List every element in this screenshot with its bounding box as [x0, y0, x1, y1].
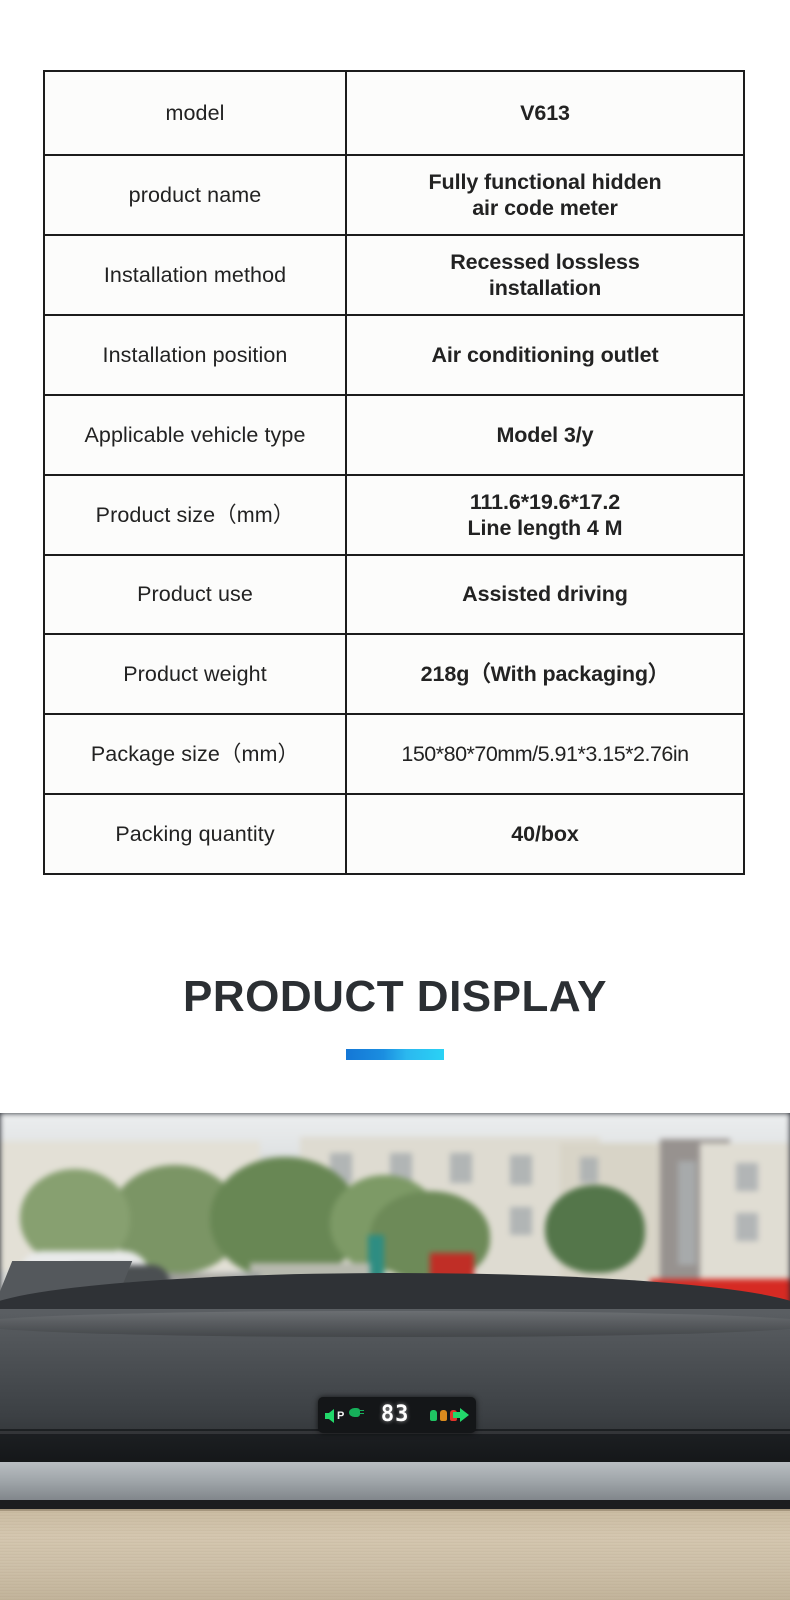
wood-grain-trim	[0, 1509, 790, 1600]
spec-value-product-size: 111.6*19.6*17.2 Line length 4 M	[345, 474, 745, 556]
spec-value-line: 111.6*19.6*17.2	[469, 489, 621, 514]
spec-value-line: Recessed lossless	[450, 249, 640, 274]
spec-label-product-name: product name	[43, 154, 347, 236]
spec-value-product-weight: 218g（With packaging）	[345, 633, 745, 715]
specification-table-body: model V613 product name Fully functional…	[43, 70, 745, 875]
window	[580, 1157, 598, 1183]
spec-value-line: Fully functional hidden	[428, 169, 662, 194]
headlight-icon	[349, 1407, 365, 1417]
spec-value-line: Line length 4 M	[467, 516, 623, 540]
spec-value-model: V613	[345, 70, 745, 156]
accent-underline	[346, 1049, 444, 1060]
table-row: Applicable vehicle type Model 3/y	[43, 394, 745, 476]
spec-label-packing-quantity: Packing quantity	[43, 793, 347, 875]
tree	[545, 1185, 645, 1273]
table-row: Installation position Air conditioning o…	[43, 314, 745, 396]
page-title: PRODUCT DISPLAY	[183, 972, 607, 1021]
window	[510, 1155, 532, 1185]
table-row: Installation method Recessed lossless in…	[43, 234, 745, 316]
window	[450, 1153, 472, 1183]
window	[678, 1161, 696, 1265]
window	[510, 1207, 532, 1235]
window	[736, 1163, 758, 1191]
table-row: product name Fully functional hidden air…	[43, 154, 745, 236]
spec-label-vehicle-type: Applicable vehicle type	[43, 394, 347, 476]
table-row: Product size（mm） 111.6*19.6*17.2 Line le…	[43, 474, 745, 556]
spec-label-product-use: Product use	[43, 554, 347, 635]
gear-indicator: P	[337, 1409, 345, 1422]
spec-value-installation-position: Air conditioning outlet	[345, 314, 745, 396]
spec-value-installation-method: Recessed lossless installation	[345, 234, 745, 316]
right-turn-arrow-icon	[453, 1408, 469, 1422]
product-display-section-header: PRODUCT DISPLAY	[0, 975, 790, 1060]
spec-value-line: Assisted driving	[462, 582, 628, 607]
dashboard-silver-trim	[0, 1462, 790, 1502]
spec-value-line: installation	[488, 276, 602, 300]
speed-value: 83	[380, 1402, 410, 1427]
table-row: model V613	[43, 70, 745, 156]
door-ajar-indicator-icon	[440, 1409, 447, 1421]
spec-value-packing-quantity: 40/box	[345, 793, 745, 875]
spec-label-installation-method: Installation method	[43, 234, 347, 316]
spec-value-line: 40/box	[511, 821, 579, 846]
specification-table: model V613 product name Fully functional…	[43, 70, 745, 875]
spec-value-line: 150*80*70mm/5.91*3.15*2.76in	[401, 741, 689, 766]
spec-value-product-use: Assisted driving	[345, 554, 745, 635]
spec-label-product-weight: Product weight	[43, 633, 347, 715]
spec-label-product-size: Product size（mm）	[43, 474, 347, 556]
wood-trim-edge	[0, 1509, 790, 1511]
dashboard-crease	[0, 1311, 790, 1337]
spec-label-installation-position: Installation position	[43, 314, 347, 396]
speed-readout: 83	[381, 1404, 410, 1426]
spec-value-line: air code meter	[472, 196, 618, 220]
spec-value-line: Air conditioning outlet	[431, 342, 659, 367]
table-row: Product use Assisted driving	[43, 554, 745, 635]
spec-value-line: 218g（With packaging）	[420, 661, 670, 686]
left-turn-arrow-icon	[325, 1408, 334, 1423]
table-row: Product weight 218g（With packaging）	[43, 633, 745, 715]
hud-right-group	[430, 1408, 469, 1422]
spec-label-model: model	[43, 70, 347, 156]
trim-shadow-line	[0, 1500, 790, 1509]
spec-value-package-size: 150*80*70mm/5.91*3.15*2.76in	[345, 713, 745, 795]
table-row: Packing quantity 40/box	[43, 793, 745, 875]
seatbelt-indicator-icon	[430, 1409, 437, 1421]
hud-display-module: P 83	[318, 1397, 476, 1433]
spec-value-product-name: Fully functional hidden air code meter	[345, 154, 745, 236]
window	[736, 1213, 758, 1241]
spec-value-vehicle-type: Model 3/y	[345, 394, 745, 476]
hud-left-group: P	[325, 1407, 365, 1423]
spec-label-package-size: Package size（mm）	[43, 713, 347, 795]
spec-value-line: V613	[520, 100, 570, 125]
spec-value-line: Model 3/y	[496, 422, 594, 447]
specification-table-container: model V613 product name Fully functional…	[43, 70, 745, 875]
table-row: Package size（mm） 150*80*70mm/5.91*3.15*2…	[43, 713, 745, 795]
product-detail-page: model V613 product name Fully functional…	[0, 0, 790, 1600]
